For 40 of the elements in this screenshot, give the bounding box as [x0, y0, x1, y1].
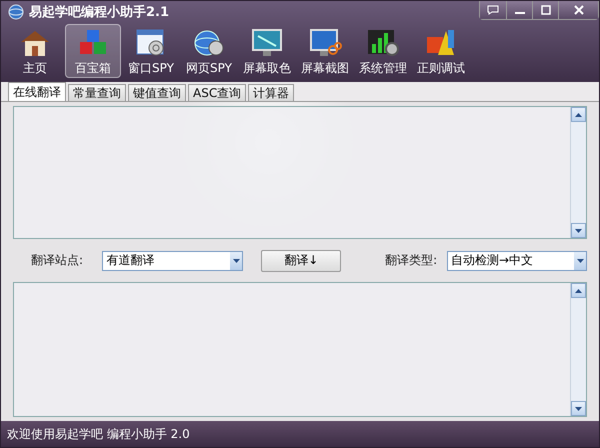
tab[interactable]: 计算器: [248, 84, 294, 101]
toolbar-button[interactable]: 正则调试: [413, 24, 469, 78]
toolbar-button[interactable]: 百宝箱: [65, 24, 121, 78]
chart-gear-icon: [366, 28, 400, 58]
tab[interactable]: 键值查询: [128, 84, 186, 101]
toolbar-button[interactable]: 窗口SPY: [123, 24, 179, 78]
tab[interactable]: 常量查询: [68, 84, 126, 101]
down-arrow-icon: [575, 406, 582, 410]
chat-button[interactable]: [480, 1, 506, 19]
monitor-icon: [250, 28, 284, 58]
scrollbar[interactable]: [570, 283, 586, 416]
toolbar-button[interactable]: 屏幕截图: [297, 24, 353, 78]
up-arrow-icon: [575, 112, 582, 116]
globe-target-icon: [192, 28, 226, 58]
caret-icon: [576, 258, 584, 262]
dropdown[interactable]: 有道翻译: [102, 250, 244, 270]
toolbar-button[interactable]: 网页SPY: [181, 24, 237, 78]
tab[interactable]: ASC查询: [188, 84, 246, 101]
minimize-button[interactable]: [506, 1, 532, 19]
translate-button[interactable]: 翻译↓: [261, 250, 342, 272]
close-button[interactable]: [558, 1, 598, 19]
tab[interactable]: 在线翻译: [8, 82, 66, 101]
type-label: 翻译类型:: [385, 252, 438, 269]
toolbar-button[interactable]: 系统管理: [355, 24, 411, 78]
status-text: 欢迎使用易起学吧 编程小助手 2.0: [7, 426, 190, 442]
up-arrow-icon: [575, 288, 582, 292]
speech-bubble-icon: [487, 5, 499, 15]
site-label: 翻译站点:: [31, 252, 84, 269]
maximize-icon: [540, 5, 550, 15]
toolbar-button[interactable]: 主页: [7, 24, 63, 78]
maximize-button[interactable]: [532, 1, 558, 19]
window-title: 易起学吧编程小助手2.1: [29, 4, 170, 21]
close-icon: [574, 5, 584, 15]
dropdown[interactable]: 自动检测→中文: [447, 250, 587, 270]
caret-icon: [232, 258, 240, 262]
toolbar-button[interactable]: 屏幕取色: [239, 24, 295, 78]
scrollbar[interactable]: [570, 107, 586, 238]
down-arrow-icon: [575, 228, 582, 232]
globe-icon: [8, 4, 24, 20]
monitor-scissors-icon: [308, 28, 342, 58]
